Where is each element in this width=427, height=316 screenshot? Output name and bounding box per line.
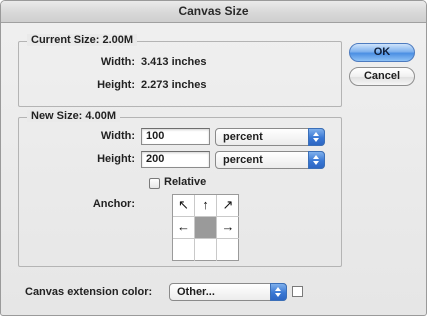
arrow-right-icon: → xyxy=(221,219,235,234)
anchor-cell-middle-right[interactable]: → xyxy=(217,217,239,239)
width-unit-stepper-icon xyxy=(308,128,325,146)
anchor-cell-top-center[interactable]: ↑ xyxy=(195,195,217,217)
ok-button[interactable]: OK xyxy=(349,43,415,62)
arrow-nw-icon: ↖ xyxy=(178,197,189,212)
canvas-extension-color-select[interactable]: Other... xyxy=(169,283,287,301)
anchor-cell-center-selected[interactable] xyxy=(195,217,217,239)
canvas-size-dialog: Canvas Size Current Size: 2.00M Width: 3… xyxy=(0,0,427,316)
height-unit-value: percent xyxy=(223,154,263,166)
arrow-left-icon: ← xyxy=(177,219,190,234)
width-input[interactable]: 100 xyxy=(141,128,210,145)
new-size-legend: New Size: 4.00M xyxy=(27,110,120,122)
new-width-label: Width: xyxy=(100,130,135,142)
cancel-button[interactable]: Cancel xyxy=(349,67,415,86)
relative-checkbox[interactable] xyxy=(149,178,160,189)
arrow-ne-icon: ↗ xyxy=(222,197,234,212)
extension-color-swatch[interactable] xyxy=(292,286,303,297)
current-size-legend: Current Size: 2.00M xyxy=(27,34,138,46)
new-height-label: Height: xyxy=(97,153,135,165)
current-height-value: 2.273 inches xyxy=(141,79,207,91)
anchor-cell-middle-left[interactable]: ← xyxy=(173,217,195,239)
dialog-title: Canvas Size xyxy=(1,1,426,23)
current-height-label: Height: xyxy=(97,79,135,91)
anchor-cell-top-right[interactable]: ↗ xyxy=(217,195,239,217)
new-size-group: New Size: 4.00M Width: 100 percent Heigh… xyxy=(18,110,342,267)
relative-label[interactable]: Relative xyxy=(164,176,206,188)
width-unit-select[interactable]: percent xyxy=(215,128,325,146)
current-width-label: Width: xyxy=(100,56,135,68)
canvas-extension-color-value: Other... xyxy=(177,286,215,298)
anchor-cell-bottom-right[interactable] xyxy=(217,239,239,261)
width-unit-value: percent xyxy=(223,131,263,143)
anchor-label: Anchor: xyxy=(92,198,135,210)
canvas-extension-color-label: Canvas extension color: xyxy=(25,286,153,298)
height-unit-stepper-icon xyxy=(308,151,325,169)
height-unit-select[interactable]: percent xyxy=(215,151,325,169)
extension-color-stepper-icon xyxy=(270,283,287,301)
anchor-cell-bottom-center[interactable] xyxy=(195,239,217,261)
current-width-value: 3.413 inches xyxy=(141,56,207,68)
current-size-group: Current Size: 2.00M Width: 3.413 inches … xyxy=(18,34,342,107)
arrow-up-icon: ↑ xyxy=(202,197,209,212)
anchor-cell-bottom-left[interactable] xyxy=(173,239,195,261)
height-input[interactable]: 200 xyxy=(141,151,210,168)
anchor-grid[interactable]: ↖ ↑ ↗ ← → xyxy=(172,194,239,261)
anchor-cell-top-left[interactable]: ↖ xyxy=(173,195,195,217)
